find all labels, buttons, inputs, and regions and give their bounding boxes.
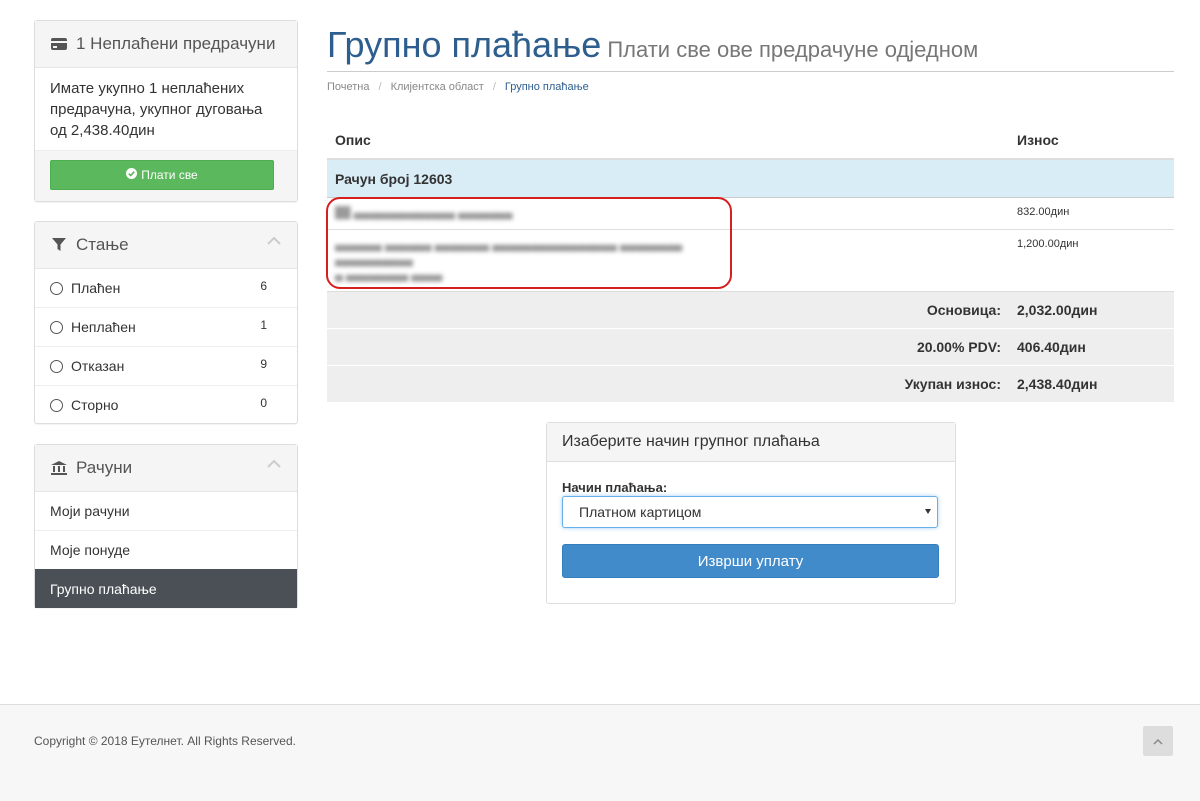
total-label: Укупан износ:	[327, 365, 1009, 403]
invoices-panel-title: Рачуни	[76, 458, 133, 477]
breadcrumb-separator: /	[378, 81, 382, 93]
status-item-storno[interactable]: Сторно 0	[35, 385, 297, 424]
submit-payment-button[interactable]: Изврши уплату	[562, 544, 939, 578]
tax-value: 406.40дин	[1009, 328, 1174, 366]
status-count: 1	[260, 318, 267, 332]
status-label: Плаћен	[71, 280, 121, 296]
payment-method-select[interactable]: Платном картицом	[562, 496, 938, 528]
breadcrumb: Почетна / Клијентска област / Групно плаћање	[327, 81, 589, 93]
status-item-cancelled[interactable]: Отказан 9	[35, 346, 297, 385]
bank-icon	[50, 459, 68, 477]
total-row: Укупан износ: 2,438.40дин	[327, 365, 1174, 403]
radio-icon[interactable]	[50, 359, 63, 373]
tax-label: 20.00% PDV:	[327, 328, 1009, 366]
item-description-redacted: ▄▄▄▄▄▄ ▄▄▄▄▄▄ ▄▄▄▄▄▄▄ ▄▄▄▄▄▄▄▄▄▄▄▄▄▄▄▄ ▄…	[327, 229, 1009, 292]
col-amount: Износ	[1009, 122, 1174, 160]
status-panel-title: Стање	[76, 235, 129, 254]
status-count: 0	[260, 396, 267, 410]
payment-method-label: Начин плаћања:	[562, 480, 668, 495]
payment-method-value: Платном картицом	[579, 504, 702, 520]
back-to-top-button[interactable]	[1143, 726, 1173, 756]
page-subtitle: Плати све ове предрачуне одједном	[607, 37, 979, 62]
invoice-table: Опис Износ Рачун број 12603 ██ ▄▄▄▄▄▄▄▄▄…	[327, 122, 1174, 403]
unpaid-panel-header[interactable]: 1 Неплаћени предрачуни	[35, 21, 297, 68]
status-filter-panel: Стање Плаћен 6 Неплаћен 1 Отказан 9 Стор…	[34, 221, 298, 424]
copyright-text: Copyright © 2018 Еутелнет. All Rights Re…	[34, 734, 296, 748]
tax-row: 20.00% PDV: 406.40дин	[327, 328, 1174, 366]
page-title: Групно плаћање Плати све ове предрачуне о…	[327, 24, 978, 66]
breadcrumb-separator: /	[492, 81, 496, 93]
status-label: Сторно	[71, 397, 119, 413]
item-description-redacted: ██ ▄▄▄▄▄▄▄▄▄▄▄▄▄ ▄▄▄▄▄▄▄	[327, 197, 1009, 230]
nav-my-quotes[interactable]: Моје понуде	[35, 530, 297, 569]
breadcrumb-client-area[interactable]: Клијентска област	[391, 81, 484, 93]
invoice-group-label: Рачун број 12603	[327, 159, 1174, 198]
status-item-paid[interactable]: Плаћен 6	[35, 269, 297, 307]
payment-panel-heading: Изаберите начин групног плаћања	[547, 423, 955, 462]
pay-all-label: Плати све	[141, 168, 198, 182]
redacted-text: ██ ▄▄▄▄▄▄▄▄▄▄▄▄▄ ▄▄▄▄▄▄▄	[335, 207, 513, 219]
credit-card-icon	[50, 35, 68, 53]
unpaid-invoices-panel: 1 Неплаћени предрачуни Имате укупно 1 не…	[34, 20, 298, 202]
status-count: 9	[260, 357, 267, 371]
filter-icon	[50, 236, 68, 254]
footer: Copyright © 2018 Еутелнет. All Rights Re…	[0, 704, 1200, 801]
radio-icon[interactable]	[50, 320, 63, 334]
chevron-up-icon[interactable]	[267, 459, 281, 469]
subtotal-value: 2,032.00дин	[1009, 291, 1174, 329]
redacted-text: ▄▄▄▄▄▄ ▄▄▄▄▄▄ ▄▄▄▄▄▄▄ ▄▄▄▄▄▄▄▄▄▄▄▄▄▄▄▄ ▄…	[335, 239, 683, 281]
invoices-nav-panel: Рачуни Моји рачуни Моје понуде Групно пл…	[34, 444, 298, 608]
title-divider	[327, 71, 1174, 72]
caret-down-icon	[925, 509, 931, 514]
unpaid-panel-footer: Плати све	[35, 150, 297, 201]
status-label: Отказан	[71, 358, 125, 374]
unpaid-message: Имате укупно 1 неплаћених предрачуна, ук…	[50, 80, 263, 139]
chevron-up-icon[interactable]	[267, 236, 281, 246]
invoices-panel-header[interactable]: Рачуни	[35, 445, 297, 492]
radio-icon[interactable]	[50, 281, 63, 295]
page-title-text: Групно плаћање	[327, 24, 602, 65]
status-count: 6	[260, 279, 267, 293]
status-panel-header[interactable]: Стање	[35, 222, 297, 269]
total-value: 2,438.40дин	[1009, 365, 1174, 403]
item-amount: 1,200.00дин	[1009, 229, 1174, 292]
unpaid-panel-title: 1 Неплаћени предрачуни	[76, 34, 276, 53]
breadcrumb-home[interactable]: Почетна	[327, 81, 370, 93]
payment-method-panel: Изаберите начин групног плаћања Начин пл…	[546, 422, 956, 604]
nav-mass-payment[interactable]: Групно плаћање	[35, 569, 297, 608]
nav-my-invoices[interactable]: Моји рачуни	[35, 492, 297, 530]
table-row: ██ ▄▄▄▄▄▄▄▄▄▄▄▄▄ ▄▄▄▄▄▄▄ 832.00дин	[327, 197, 1174, 230]
subtotal-row: Основица: 2,032.00дин	[327, 291, 1174, 329]
radio-icon[interactable]	[50, 398, 63, 412]
chevron-up-icon	[1153, 738, 1163, 745]
table-row: ▄▄▄▄▄▄ ▄▄▄▄▄▄ ▄▄▄▄▄▄▄ ▄▄▄▄▄▄▄▄▄▄▄▄▄▄▄▄ ▄…	[327, 229, 1174, 292]
col-description: Опис	[327, 122, 1009, 160]
breadcrumb-current: Групно плаћање	[504, 81, 589, 93]
status-item-unpaid[interactable]: Неплаћен 1	[35, 307, 297, 346]
check-circle-icon	[126, 168, 138, 182]
item-amount: 832.00дин	[1009, 197, 1174, 230]
subtotal-label: Основица:	[327, 291, 1009, 329]
pay-all-button[interactable]: Плати све	[50, 160, 274, 190]
status-label: Неплаћен	[71, 319, 136, 335]
invoice-group-row: Рачун број 12603	[327, 159, 1174, 198]
